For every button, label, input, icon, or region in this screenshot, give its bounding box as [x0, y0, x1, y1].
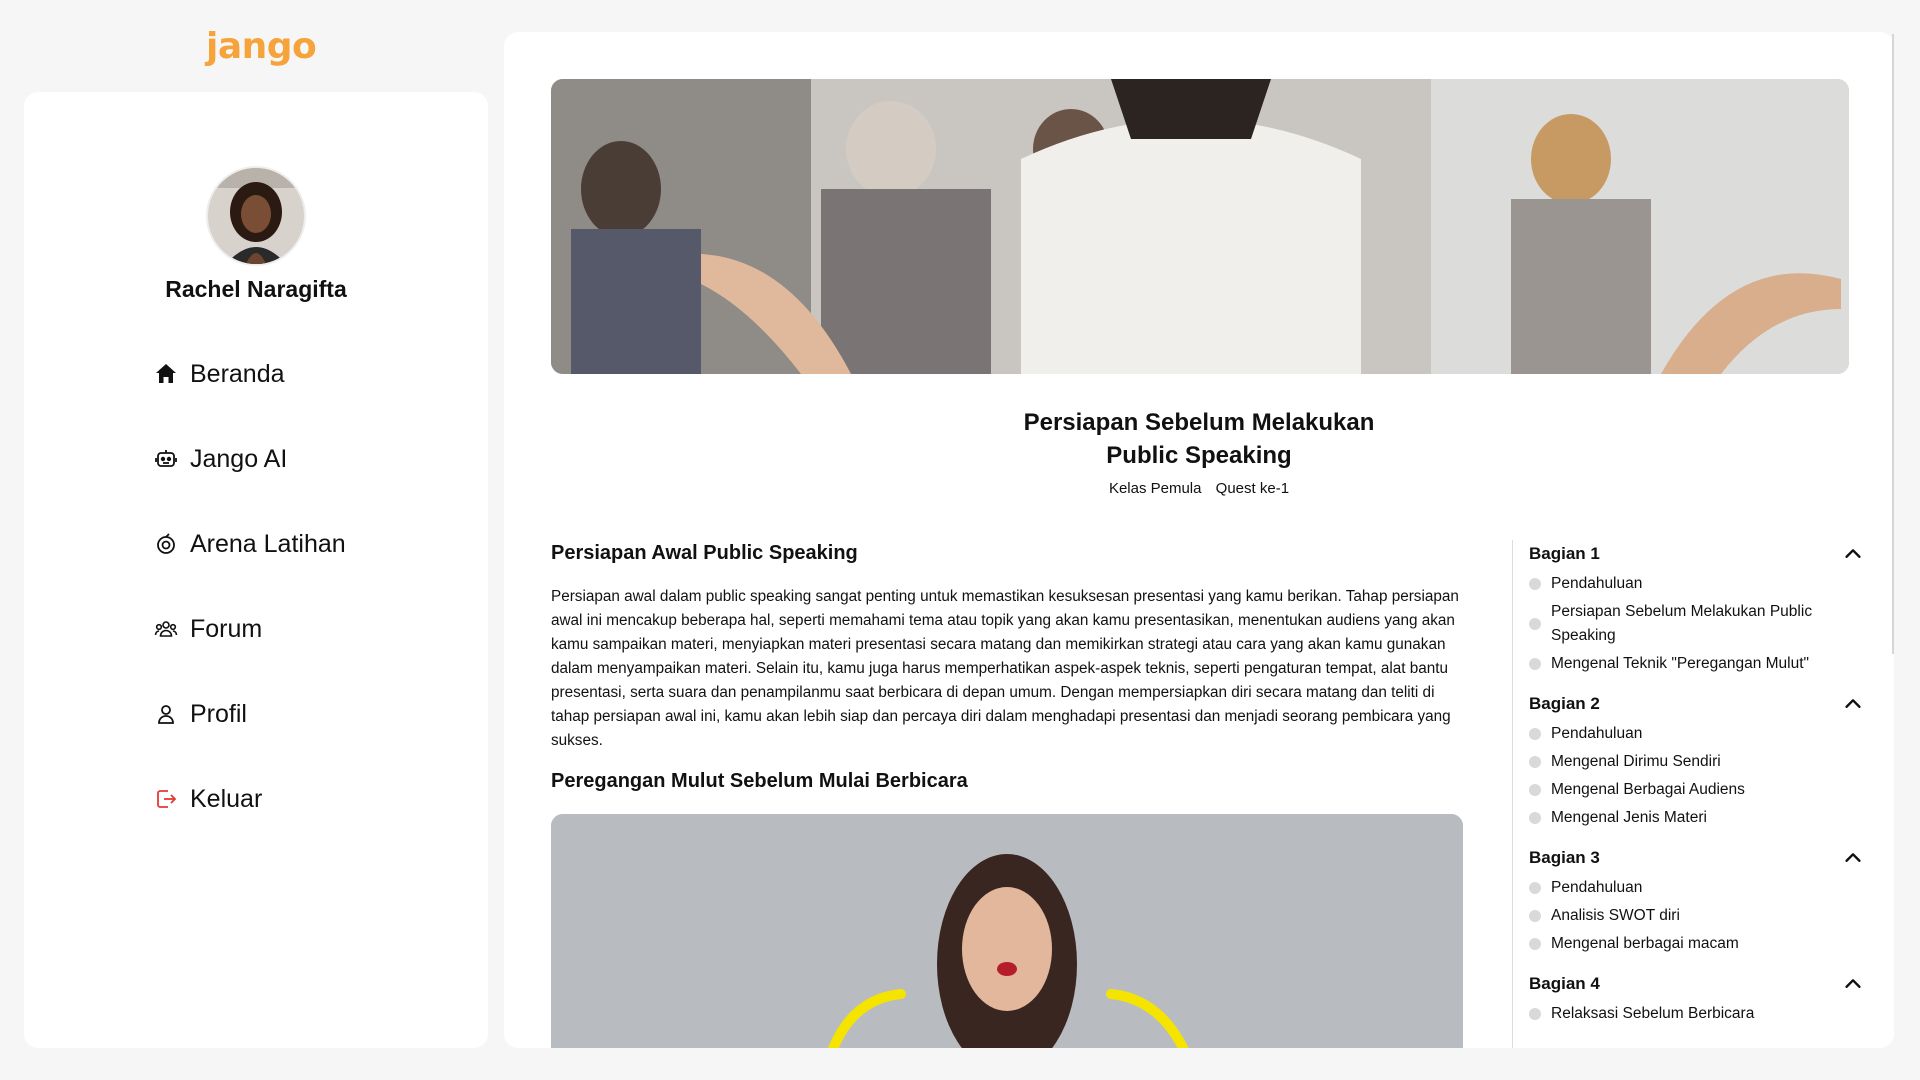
- sidebar-item-label: Keluar: [190, 784, 263, 813]
- sidebar-item-beranda[interactable]: Beranda: [154, 354, 346, 394]
- outline-item[interactable]: Persiapan Sebelum Melakukan Public Speak…: [1529, 600, 1864, 648]
- status-dot: [1529, 812, 1541, 824]
- sidebar-item-arena-latihan[interactable]: Arena Latihan: [154, 524, 346, 564]
- outline-section-title: Bagian 2: [1529, 694, 1600, 713]
- status-dot: [1529, 618, 1541, 630]
- outline-item-label: Mengenal berbagai macam: [1551, 935, 1739, 952]
- sidebar-item-keluar[interactable]: Keluar: [154, 779, 346, 819]
- sidebar-item-label: Arena Latihan: [190, 529, 346, 558]
- status-dot: [1529, 784, 1541, 796]
- outline-item[interactable]: Analisis SWOT diri: [1529, 904, 1864, 928]
- home-icon: [154, 362, 178, 386]
- outline-item[interactable]: Relaksasi Sebelum Berbicara: [1529, 1002, 1864, 1026]
- outline-section-title: Bagian 4: [1529, 974, 1600, 993]
- outline-section: Bagian 3 Pendahuluan Analisis SWOT diri …: [1529, 844, 1864, 956]
- sidebar-item-label: Profil: [190, 699, 247, 728]
- lesson-title: Persiapan Sebelum Melakukan Public Speak…: [504, 406, 1894, 472]
- logout-icon: [154, 787, 178, 811]
- outline-section-header[interactable]: Bagian 4: [1529, 970, 1864, 998]
- scrollbar[interactable]: [1892, 34, 1894, 654]
- lesson-content: Persiapan Awal Public Speaking Persiapan…: [551, 542, 1463, 793]
- status-dot: [1529, 1008, 1541, 1020]
- outline-item-label: Mengenal Dirimu Sendiri: [1551, 753, 1721, 770]
- outline-item[interactable]: Mengenal Jenis Materi: [1529, 806, 1864, 830]
- outline-section-title: Bagian 3: [1529, 848, 1600, 867]
- lesson-video[interactable]: [551, 814, 1463, 1048]
- outline-item[interactable]: Pendahuluan: [1529, 876, 1864, 900]
- status-dot: [1529, 756, 1541, 768]
- user-name: Rachel Naragifta: [165, 276, 347, 302]
- sidebar-item-label: Forum: [190, 614, 263, 643]
- avatar[interactable]: [208, 168, 304, 264]
- status-dot: [1529, 728, 1541, 740]
- robot-icon: [154, 447, 178, 471]
- outline-item-label: Mengenal Teknik "Peregangan Mulut": [1551, 655, 1810, 672]
- sidebar-item-forum[interactable]: Forum: [154, 609, 346, 649]
- sidebar-item-jango-ai[interactable]: Jango AI: [154, 439, 346, 479]
- chevron-up-icon[interactable]: [1842, 973, 1864, 995]
- status-dot: [1529, 578, 1541, 590]
- outline-item-label: Analisis SWOT diri: [1551, 907, 1680, 924]
- outline-item[interactable]: Mengenal Dirimu Sendiri: [1529, 750, 1864, 774]
- users-icon: [154, 617, 178, 641]
- outline-item-label: Pendahuluan: [1551, 879, 1643, 896]
- outline-item-label: Persiapan Sebelum Melakukan Public Speak…: [1551, 603, 1813, 644]
- outline-item-label: Pendahuluan: [1551, 575, 1643, 592]
- status-dot: [1529, 910, 1541, 922]
- outline-section-header[interactable]: Bagian 3: [1529, 844, 1864, 872]
- outline-section-header[interactable]: Bagian 2: [1529, 690, 1864, 718]
- sidebar-item-profil[interactable]: Profil: [154, 694, 346, 734]
- outline-section-header[interactable]: Bagian 1: [1529, 540, 1864, 568]
- lesson-title-line2: Public Speaking: [1106, 442, 1292, 469]
- section-heading: Persiapan Awal Public Speaking: [551, 542, 858, 564]
- status-dot: [1529, 658, 1541, 670]
- outline-item-label: Mengenal Berbagai Audiens: [1551, 781, 1745, 798]
- outline-section: Bagian 4 Relaksasi Sebelum Berbicara: [1529, 970, 1864, 1026]
- outline-section: Bagian 1 Pendahuluan Persiapan Sebelum M…: [1529, 540, 1864, 676]
- outline-section: Bagian 2 Pendahuluan Mengenal Dirimu Sen…: [1529, 690, 1864, 830]
- sidebar-nav: Beranda Jango AI Arena Latihan Forum Pro…: [154, 354, 346, 864]
- course-outline: Bagian 1 Pendahuluan Persiapan Sebelum M…: [1512, 540, 1864, 1048]
- target-icon: [154, 532, 178, 556]
- section-body: Persiapan awal dalam public speaking san…: [551, 588, 1459, 749]
- section-heading: Peregangan Mulut Sebelum Mulai Berbicara: [551, 770, 968, 792]
- outline-section-title: Bagian 1: [1529, 544, 1600, 563]
- lesson-title-line1: Persiapan Sebelum Melakukan: [1023, 409, 1375, 436]
- chevron-up-icon[interactable]: [1842, 847, 1864, 869]
- outline-item-label: Pendahuluan: [1551, 725, 1643, 742]
- user-icon: [154, 702, 178, 726]
- status-dot: [1529, 938, 1541, 950]
- hero-image: [551, 79, 1849, 374]
- class-label: Kelas Pemula: [1108, 480, 1202, 497]
- outline-item[interactable]: Pendahuluan: [1529, 722, 1864, 746]
- lesson-panel: Persiapan Sebelum Melakukan Public Speak…: [504, 32, 1894, 1048]
- app-logo[interactable]: jango: [206, 26, 317, 67]
- outline-item[interactable]: Pendahuluan: [1529, 572, 1864, 596]
- quest-label: Quest ke-1: [1215, 480, 1290, 497]
- chevron-up-icon[interactable]: [1842, 543, 1864, 565]
- sidebar-item-label: Jango AI: [190, 444, 288, 473]
- lesson-meta: Kelas Pemula Quest ke-1: [504, 480, 1894, 497]
- outline-item[interactable]: Mengenal berbagai macam: [1529, 932, 1864, 956]
- sidebar: Rachel Naragifta Beranda Jango AI Arena …: [24, 92, 488, 1048]
- sidebar-item-label: Beranda: [190, 359, 285, 388]
- outline-item-label: Relaksasi Sebelum Berbicara: [1551, 1005, 1755, 1022]
- outline-item[interactable]: Mengenal Teknik "Peregangan Mulut": [1529, 652, 1864, 676]
- outline-item-label: Mengenal Jenis Materi: [1551, 809, 1707, 826]
- outline-item[interactable]: Mengenal Berbagai Audiens: [1529, 778, 1864, 802]
- chevron-up-icon[interactable]: [1842, 693, 1864, 715]
- status-dot: [1529, 882, 1541, 894]
